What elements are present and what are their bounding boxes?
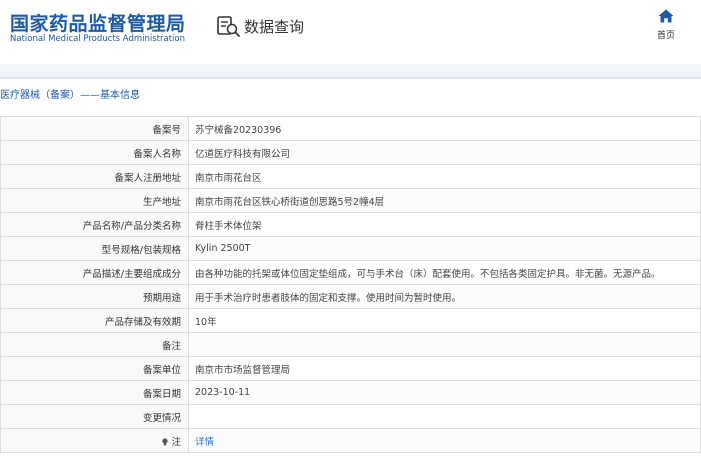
row-label: 备案人名称 [0, 140, 189, 165]
row-value [188, 332, 701, 357]
row-label: 产品存储及有效期 [0, 308, 189, 333]
row-label: 产品名称/产品分类名称 [0, 212, 189, 237]
table-row: 生产地址 南京市雨花台区铁心桥街道创思路5号2幢4层 [0, 188, 701, 213]
table-row: 备案日期 2023-10-11 [0, 380, 701, 405]
table-row: 型号规格/包装规格 Kylin 2500T [0, 236, 701, 261]
table-row: 变更情况 [0, 404, 701, 429]
row-value: 亿道医疗科技有限公司 [188, 140, 701, 165]
details-link[interactable]: 详情 [195, 437, 214, 448]
table-row: 注 详情 [0, 428, 701, 453]
row-label: 产品描述/主要组成成分 [0, 260, 189, 285]
site-header: 国家药品监督管理局 National Medical Products Admi… [0, 0, 701, 64]
row-label: 备案单位 [0, 356, 189, 381]
row-label: 生产地址 [0, 188, 189, 213]
row-value: 苏宁械备20230396 [188, 116, 701, 141]
row-value: 2023-10-11 [188, 380, 701, 405]
section-title: 医疗器械（备案）——基本信息 [0, 90, 140, 101]
row-value: 用于手术治疗时患者肢体的固定和支撑。使用时间为暂时使用。 [188, 284, 701, 309]
note-label: 注 [171, 436, 181, 448]
row-label: 备案人注册地址 [0, 164, 189, 189]
row-value: 详情 [188, 428, 701, 453]
table-row: 备案人名称 亿道医疗科技有限公司 [0, 140, 701, 165]
table-row: 产品名称/产品分类名称 脊柱手术体位架 [0, 212, 701, 237]
header-divider-band [0, 64, 701, 77]
table-row: 备案人注册地址 南京市雨花台区 [0, 164, 701, 189]
row-value [188, 404, 701, 429]
table-row: 备案号 苏宁械备20230396 [0, 116, 701, 141]
row-value: 南京市雨花台区 [188, 164, 701, 189]
note-row-label: 注 [0, 428, 189, 453]
data-query-label: 数据查询 [244, 17, 305, 36]
row-value: 南京市雨花台区铁心桥街道创思路5号2幢4层 [188, 188, 701, 213]
data-query-icon [217, 16, 240, 37]
header-divider-line [0, 77, 701, 79]
home-link[interactable]: 首页 [649, 9, 683, 41]
table-row: 产品存储及有效期 10年 [0, 308, 701, 333]
table-row: 备案单位 南京市市场监督管理局 [0, 356, 701, 381]
row-value: 由各种功能的托架或体位固定垫组成，可与手术台（床）配套使用。不包括各类固定护具。… [188, 260, 701, 285]
table-row: 备注 [0, 332, 701, 357]
row-label: 备案日期 [0, 380, 189, 405]
site-logo-title[interactable]: 国家药品监督管理局 [10, 9, 186, 36]
row-label: 变更情况 [0, 404, 189, 429]
table-row: 产品描述/主要组成成分 由各种功能的托架或体位固定垫组成，可与手术台（床）配套使… [0, 260, 701, 285]
row-label: 预期用途 [0, 284, 189, 309]
table-row: 预期用途 用于手术治疗时患者肢体的固定和支撑。使用时间为暂时使用。 [0, 284, 701, 309]
home-icon [658, 9, 674, 23]
site-logo-subtitle: National Medical Products Administration [10, 34, 185, 44]
row-value: Kylin 2500T [188, 236, 701, 261]
lightbulb-icon [162, 437, 169, 445]
row-value: 10年 [188, 308, 701, 333]
home-label: 首页 [656, 31, 675, 41]
row-label: 备注 [0, 332, 189, 357]
row-value: 脊柱手术体位架 [188, 212, 701, 237]
record-info-table: 备案号 苏宁械备20230396 备案人名称 亿道医疗科技有限公司 备案人注册地… [0, 116, 701, 453]
data-query-link[interactable]: 数据查询 [216, 14, 304, 38]
row-value: 南京市市场监督管理局 [188, 356, 701, 381]
row-label: 型号规格/包装规格 [0, 236, 189, 261]
row-label: 备案号 [0, 116, 189, 141]
